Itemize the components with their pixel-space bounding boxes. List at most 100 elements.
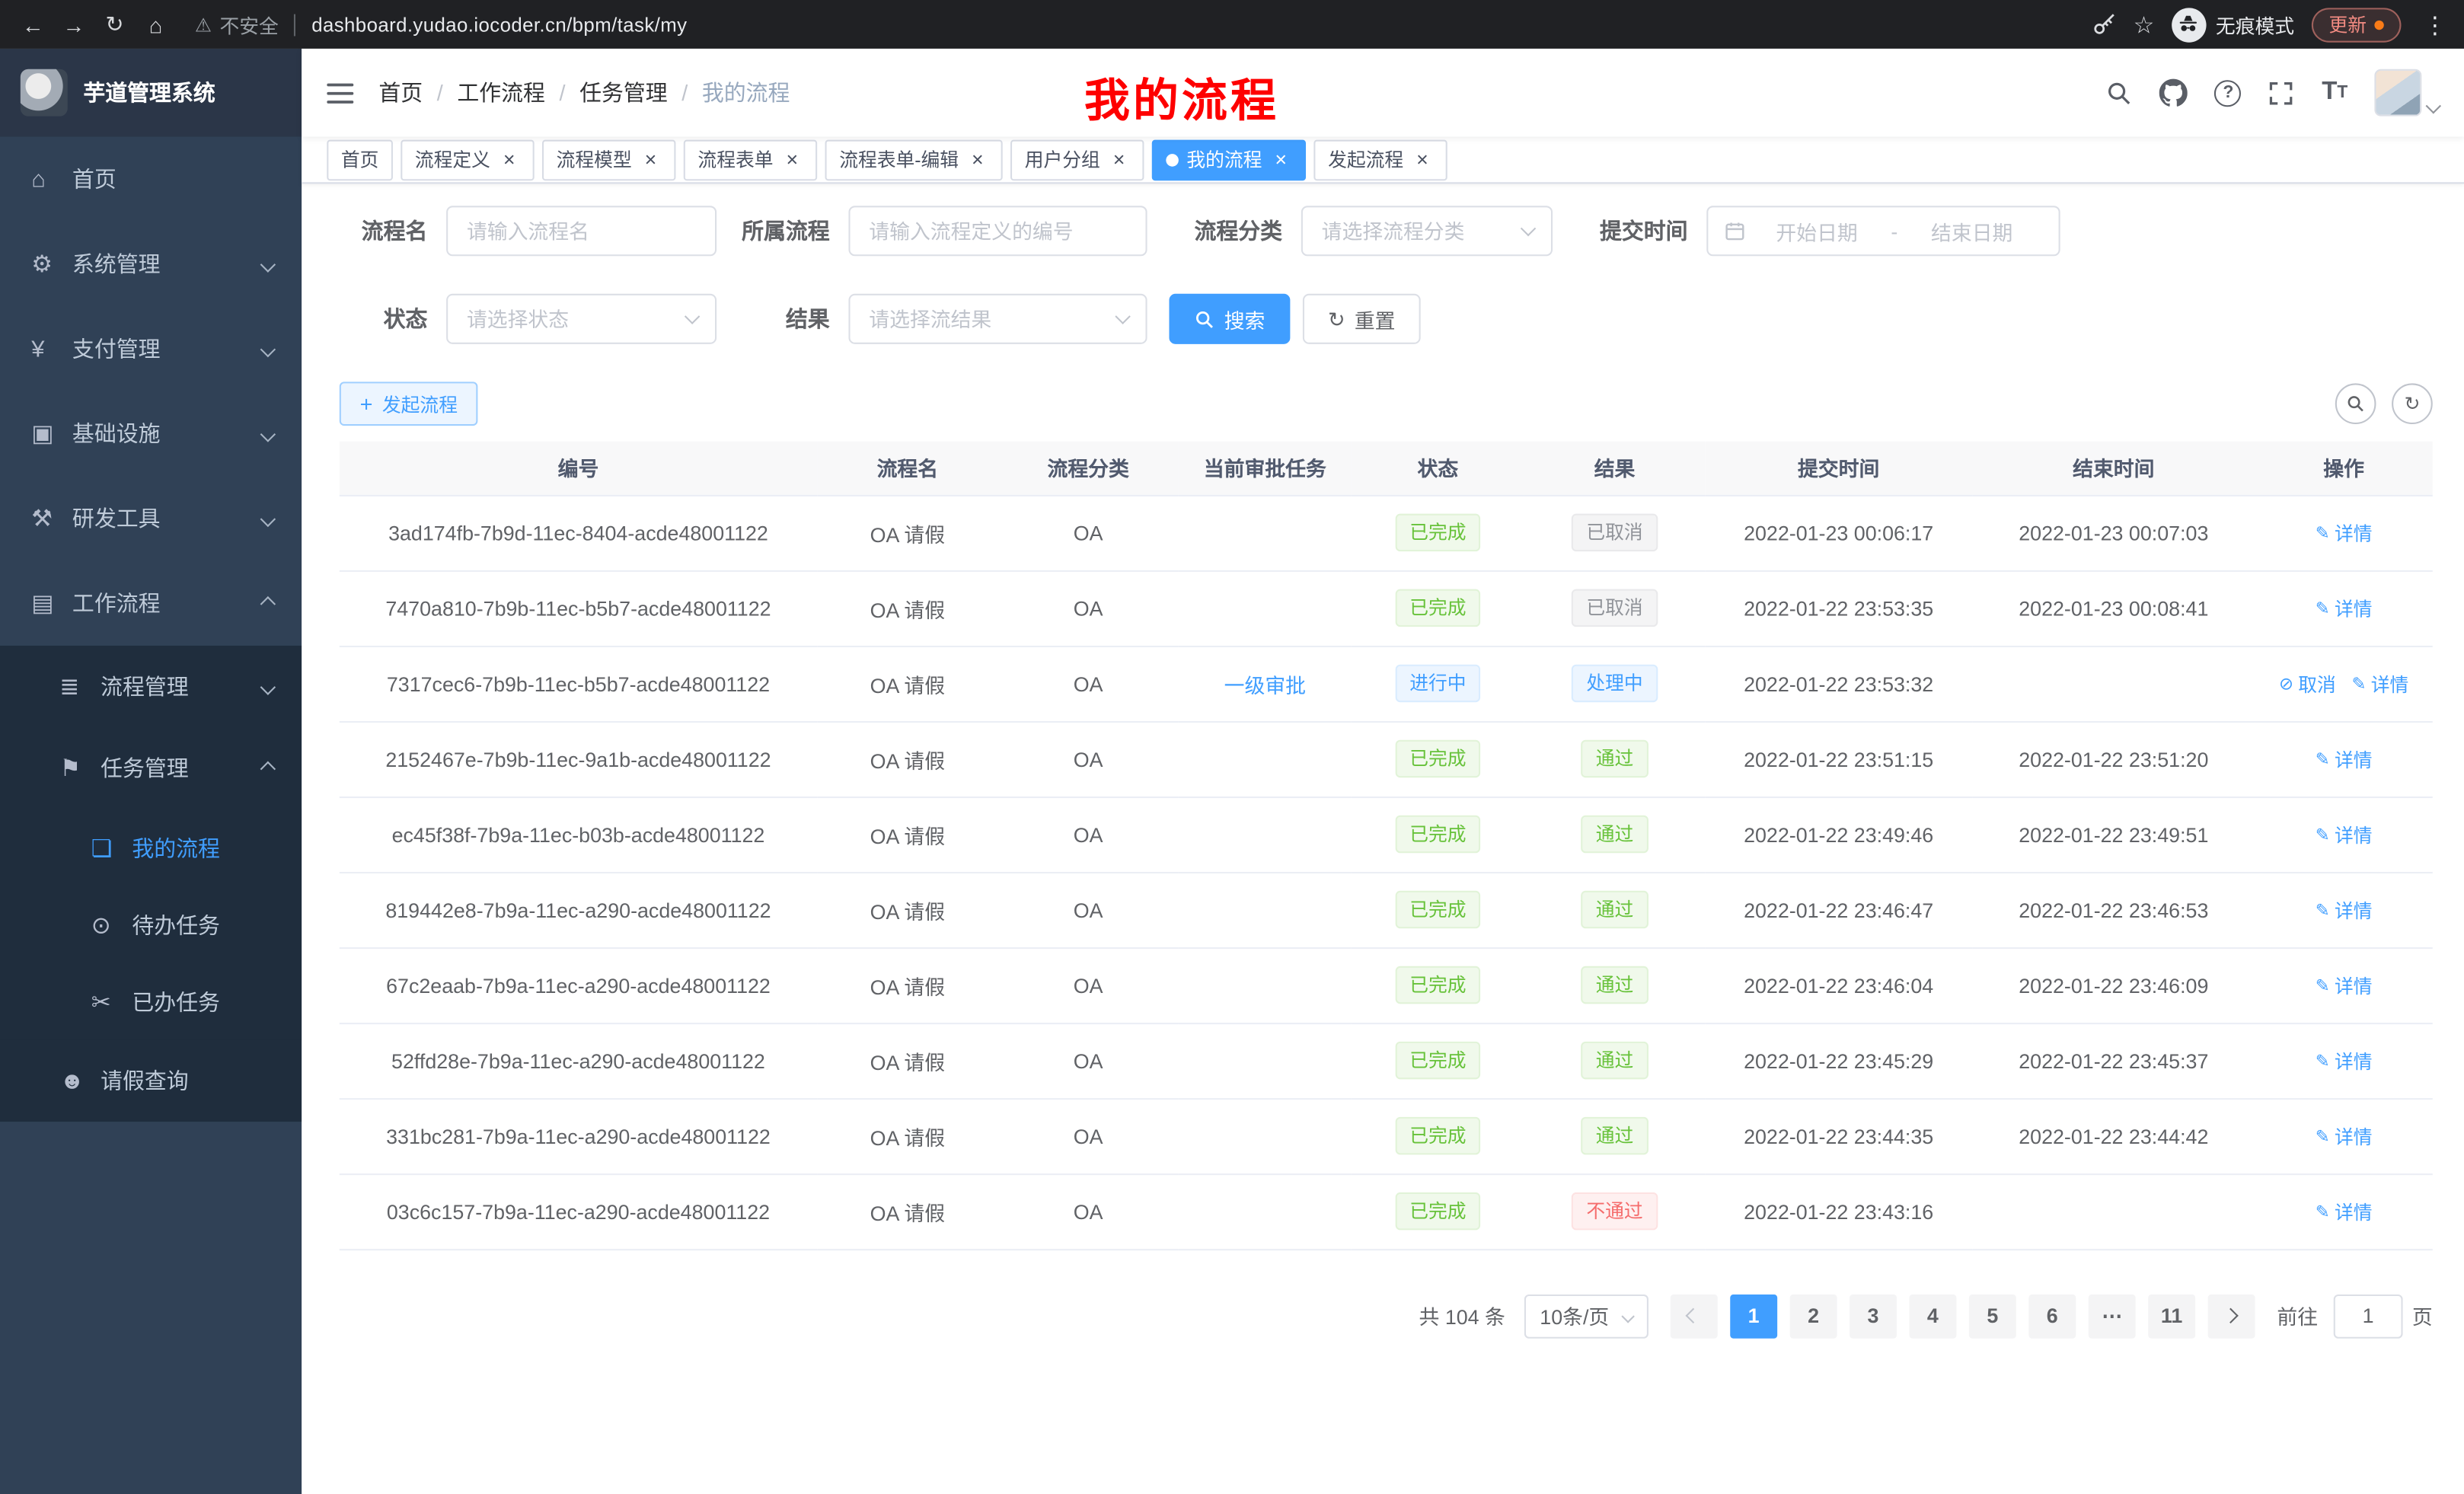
flag-icon: ⚑ — [59, 754, 94, 782]
top-navbar: 首页 / 工作流程 / 任务管理 / 我的流程 我的流程 ? — [302, 49, 2464, 137]
breadcrumb-task-manage[interactable]: 任务管理 — [579, 77, 668, 108]
sidebar-item-devtools[interactable]: ⚒研发工具 — [0, 476, 302, 560]
search-button[interactable]: 搜索 — [1169, 294, 1290, 344]
process-name-input[interactable] — [446, 206, 717, 256]
security-label[interactable]: 不安全 — [219, 9, 278, 39]
detail-link[interactable]: ✎详情 — [2316, 1122, 2373, 1149]
tab-my-process[interactable]: 我的流程× — [1152, 139, 1306, 180]
forward-button[interactable]: → — [53, 4, 94, 45]
sidebar-item-process-manage[interactable]: ≣流程管理 — [0, 646, 302, 727]
detail-link[interactable]: ✎详情 — [2316, 821, 2373, 848]
reload-button[interactable]: ↻ — [94, 4, 136, 45]
page-button-4[interactable]: 4 — [1909, 1294, 1956, 1338]
close-icon[interactable]: × — [498, 148, 520, 171]
fullscreen-icon[interactable] — [2268, 79, 2295, 106]
url-text[interactable]: dashboard.yudao.iocoder.cn/bpm/task/my — [311, 14, 687, 36]
close-icon[interactable]: × — [1412, 148, 1434, 171]
category-select[interactable] — [1301, 206, 1553, 256]
tab-process-form-edit[interactable]: 流程表单-编辑× — [825, 139, 1003, 180]
detail-link[interactable]: ✎详情 — [2316, 1198, 2373, 1224]
sidebar-item-infrastructure[interactable]: ▣基础设施 — [0, 391, 302, 476]
sidebar-item-workflow[interactable]: ▤工作流程 — [0, 561, 302, 646]
sidebar-item-payment-manage[interactable]: ¥支付管理 — [0, 306, 302, 391]
breadcrumb-home[interactable]: 首页 — [378, 77, 423, 108]
close-icon[interactable]: × — [1270, 148, 1292, 171]
detail-link[interactable]: ✎详情 — [2316, 745, 2373, 772]
action-label: 详情 — [2335, 519, 2373, 546]
status-select-input[interactable] — [446, 294, 717, 344]
page-button-1[interactable]: 1 — [1730, 1294, 1777, 1338]
bookmark-star-icon[interactable]: ☆ — [2134, 10, 2155, 38]
detail-link[interactable]: ✎详情 — [2351, 670, 2408, 697]
tab-process-model[interactable]: 流程模型× — [542, 139, 675, 180]
tab-start-process[interactable]: 发起流程× — [1314, 139, 1447, 180]
next-page-button[interactable] — [2208, 1294, 2255, 1338]
close-icon[interactable]: × — [966, 148, 988, 171]
tab-home[interactable]: 首页 — [327, 139, 393, 180]
result-badge: 通过 — [1581, 1042, 1648, 1080]
page-size-select[interactable]: 10条/页 — [1524, 1294, 1649, 1338]
page-button-2[interactable]: 2 — [1790, 1294, 1837, 1338]
app-logo[interactable]: 芋道管理系统 — [0, 49, 302, 137]
process-category-cell: OA — [998, 796, 1179, 872]
sidebar-submenu: ❏我的流程⊙待办任务✂已办任务 — [0, 809, 302, 1039]
tab-process-form[interactable]: 流程表单× — [684, 139, 817, 180]
tab-user-group[interactable]: 用户分组× — [1010, 139, 1144, 180]
detail-link[interactable]: ✎详情 — [2316, 896, 2373, 923]
update-button[interactable]: 更新 — [2312, 7, 2402, 41]
page-button-6[interactable]: 6 — [2028, 1294, 2076, 1338]
detail-link[interactable]: ✎详情 — [2316, 595, 2373, 621]
goto-page-input[interactable] — [2334, 1294, 2403, 1338]
current-task-cell — [1179, 721, 1352, 796]
github-icon[interactable] — [2160, 78, 2188, 107]
process-definition-input[interactable] — [848, 206, 1147, 256]
tab-process-definition[interactable]: 流程定义× — [401, 139, 534, 180]
page-button-3[interactable]: 3 — [1850, 1294, 1897, 1338]
submit-time-range-picker[interactable]: 开始日期 - 结束日期 — [1706, 206, 2060, 256]
page-button-11[interactable]: 11 — [2148, 1294, 2195, 1338]
show-search-button[interactable] — [2335, 383, 2376, 424]
result-select[interactable] — [848, 294, 1147, 344]
user-avatar[interactable] — [2374, 69, 2439, 117]
prev-page-button[interactable] — [1671, 1294, 1718, 1338]
close-icon[interactable]: × — [640, 148, 662, 171]
current-task-link[interactable]: 一级审批 — [1224, 673, 1306, 697]
back-button[interactable]: ← — [13, 4, 54, 45]
result-cell: 通过 — [1524, 947, 1705, 1023]
refresh-table-button[interactable]: ↻ — [2392, 383, 2433, 424]
more-pages-button[interactable]: ⋯ — [2089, 1294, 2136, 1338]
address-bar[interactable]: ⚠ 不安全 dashboard.yudao.iocoder.cn/bpm/tas… — [195, 9, 2091, 39]
workflow-icon: ▤ — [31, 589, 65, 618]
home-button[interactable]: ⌂ — [135, 4, 176, 45]
header-search-icon[interactable] — [2106, 79, 2133, 106]
password-key-icon[interactable] — [2091, 11, 2116, 37]
help-icon[interactable]: ? — [2215, 79, 2242, 106]
sidebar-item-home[interactable]: ⌂首页 — [0, 136, 302, 221]
sidebar-item-leave-query[interactable]: ☻请假查询 — [0, 1040, 302, 1122]
detail-icon: ✎ — [2316, 522, 2330, 543]
result-select-input[interactable] — [848, 294, 1147, 344]
create-process-button[interactable]: + 发起流程 — [340, 381, 478, 426]
sidebar-item-task-manage[interactable]: ⚑任务管理 — [0, 727, 302, 809]
breadcrumb-workflow[interactable]: 工作流程 — [457, 77, 545, 108]
close-icon[interactable]: × — [781, 148, 803, 171]
category-select-input[interactable] — [1301, 206, 1553, 256]
status-select[interactable] — [446, 294, 717, 344]
detail-link[interactable]: ✎详情 — [2316, 519, 2373, 546]
cancel-link[interactable]: ⊘取消 — [2279, 670, 2336, 697]
sidebar-item-todo-tasks[interactable]: ⊙待办任务 — [0, 886, 302, 963]
font-size-icon[interactable]: TT — [2322, 80, 2348, 105]
close-icon[interactable]: × — [1108, 148, 1130, 171]
hamburger-icon[interactable] — [302, 81, 378, 104]
sidebar-item-my-process[interactable]: ❏我的流程 — [0, 809, 302, 886]
detail-link[interactable]: ✎详情 — [2316, 1047, 2373, 1074]
sidebar-item-system-manage[interactable]: ⚙系统管理 — [0, 222, 302, 306]
page-button-5[interactable]: 5 — [1969, 1294, 2016, 1338]
browser-menu-icon[interactable]: ⋮ — [2418, 10, 2451, 38]
actions-cell: ⊘取消 ✎详情 — [2255, 646, 2433, 721]
total-count: 共 104 条 — [1419, 1301, 1505, 1330]
status-cell: 已完成 — [1352, 1023, 1524, 1098]
reset-button[interactable]: ↻ 重置 — [1303, 294, 1421, 344]
sidebar-item-done-tasks[interactable]: ✂已办任务 — [0, 963, 302, 1040]
detail-link[interactable]: ✎详情 — [2316, 972, 2373, 998]
